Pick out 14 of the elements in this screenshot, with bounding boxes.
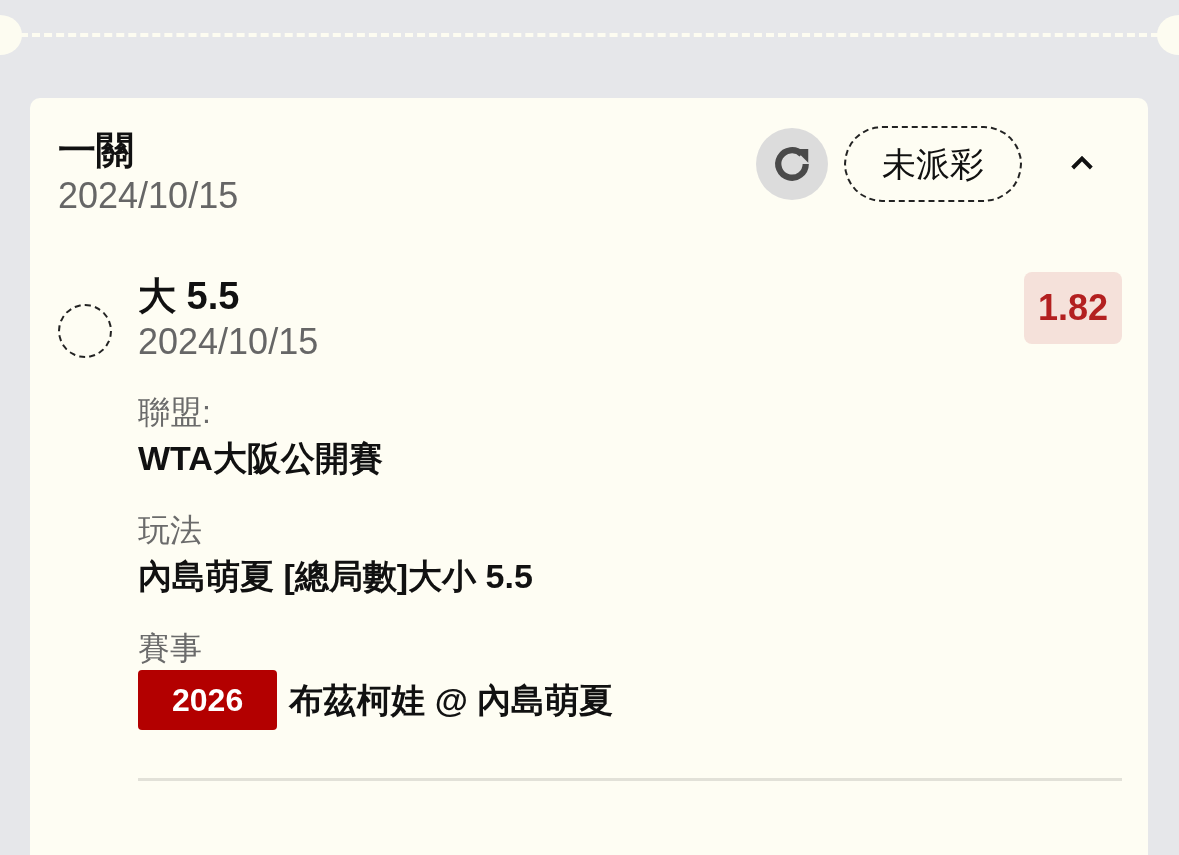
ticket-date: 2024/10/15 (58, 174, 239, 218)
selection-date: 2024/10/15 (138, 320, 319, 364)
detail-value: 內島萌夏 [總局數]大小 5.5 (138, 556, 534, 597)
detail-label: 聯盟: (138, 393, 212, 432)
event-name: 布茲柯娃 @ 內島萌夏 (289, 680, 614, 721)
status-pill: 未派彩 (844, 126, 1022, 202)
event-code-badge: 2026 (138, 670, 278, 730)
select-radio[interactable] (58, 304, 112, 358)
detail-label: 賽事 (138, 629, 203, 668)
odds-badge: 1.82 (1023, 272, 1122, 344)
ticket-title: 一關 (58, 128, 135, 173)
detail-value: WTA大阪公開賽 (138, 438, 384, 479)
selection-name: 大 5.5 (138, 274, 241, 319)
detail-label: 玩法 (138, 511, 203, 550)
